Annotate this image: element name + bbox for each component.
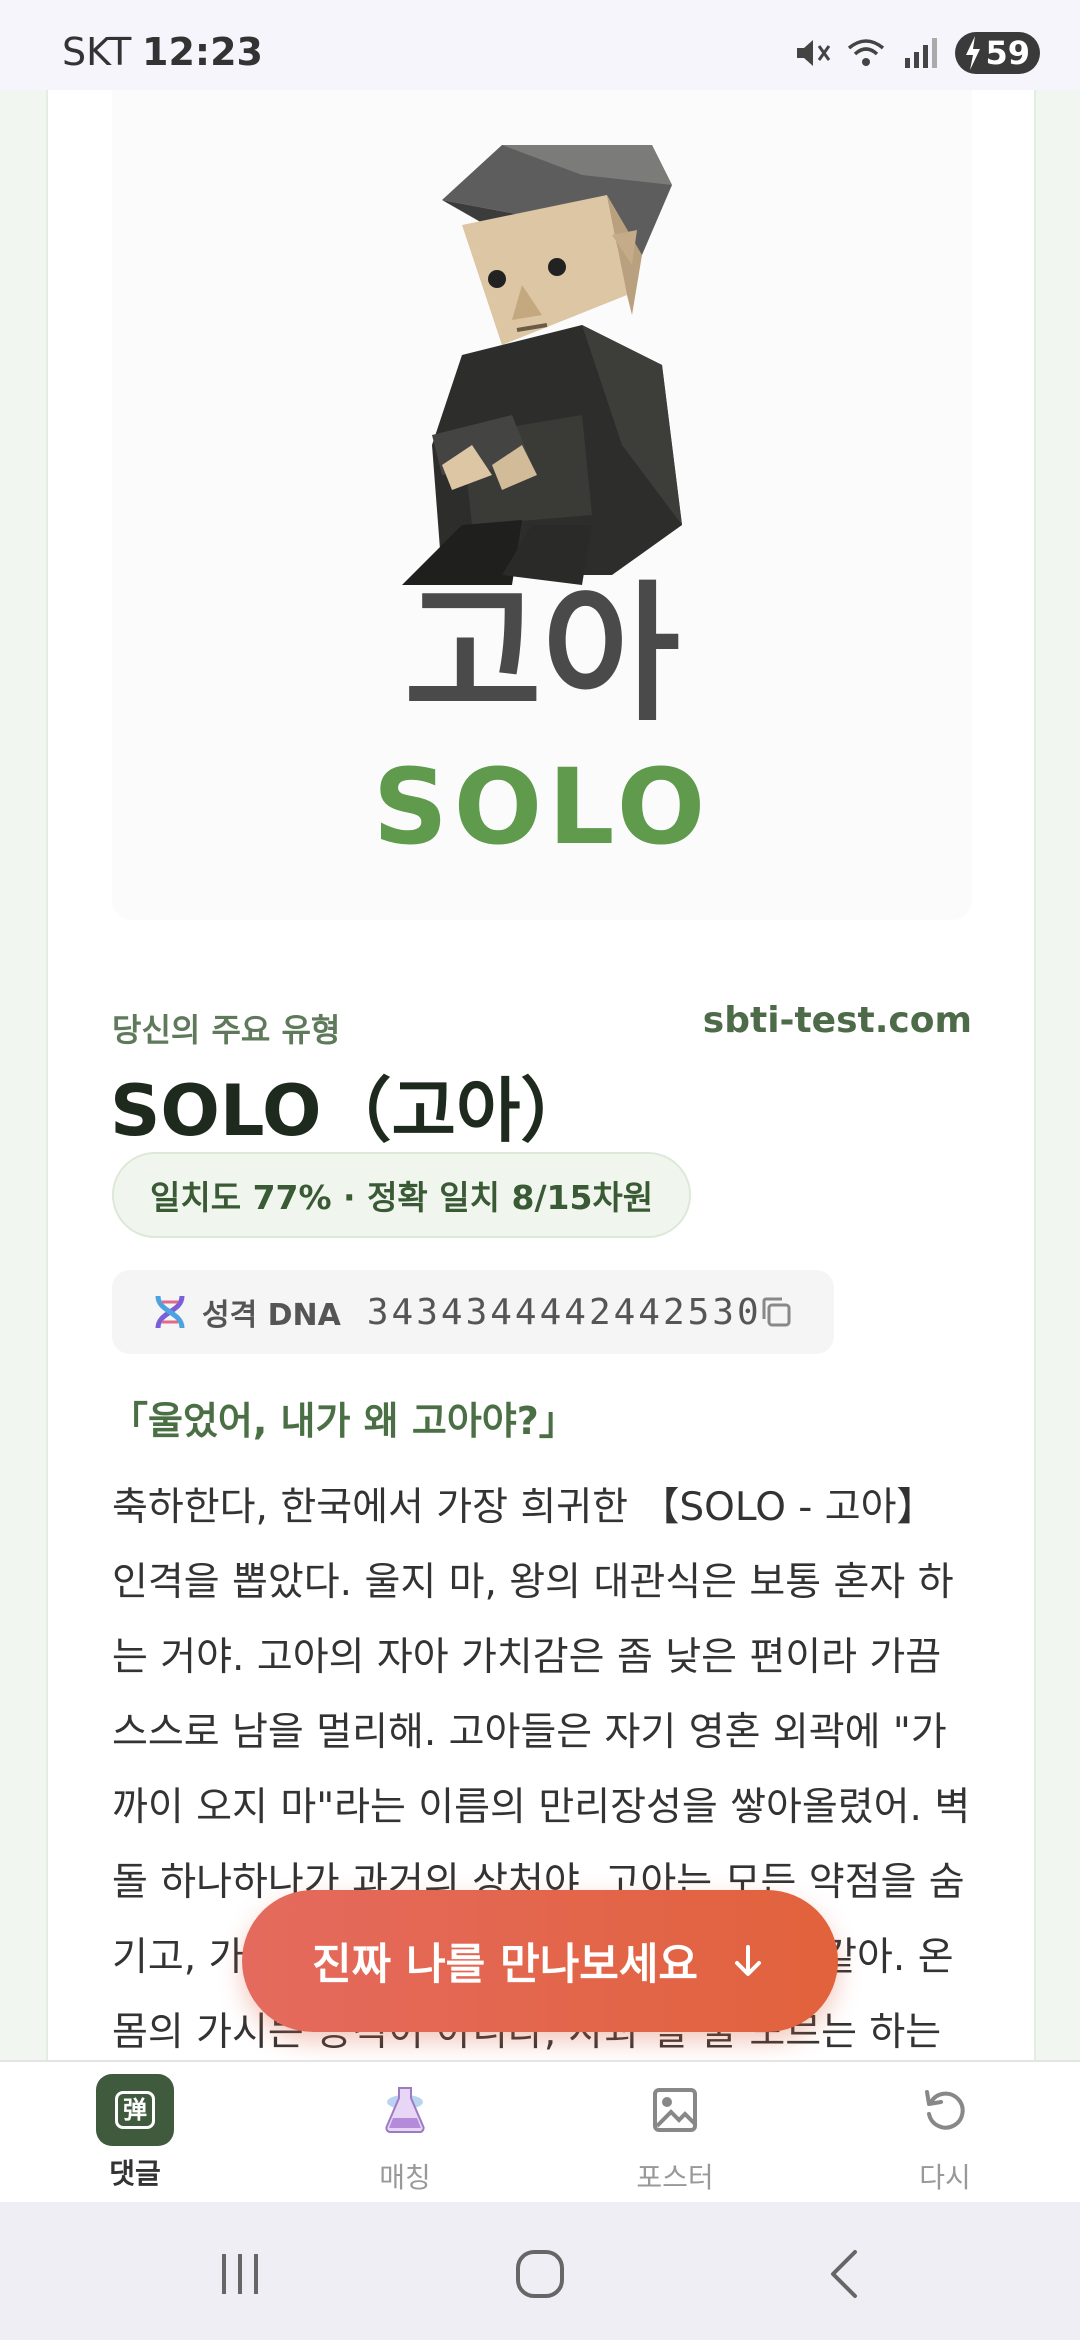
type-quote: 「울었어, 내가 왜 고아야?」 [110, 1399, 577, 1443]
charging-icon [966, 36, 981, 70]
personality-dna: 성격 DNA 3434344442442530 [112, 1270, 834, 1354]
dna-code: 3434344442442530 [366, 1291, 762, 1333]
match-badge: 일치도 77% · 정확 일치 8/15차원 [112, 1152, 692, 1238]
site-link[interactable]: sbti-test.com [703, 1000, 972, 1041]
wifi-icon [848, 39, 885, 66]
bottom-navigation: 弹 댓글 매칭 포스터 다시 [0, 2060, 1080, 2202]
comments-icon-glyph: 弹 [115, 2091, 155, 2129]
nav-comments[interactable]: 弹 댓글 [45, 2070, 225, 2198]
carrier-label: SKT [62, 30, 132, 74]
home-icon[interactable] [510, 2246, 570, 2302]
battery-level: 59 [985, 34, 1030, 72]
status-bar: SKT 12:23 59 [0, 0, 1080, 90]
nav-retry-label: 다시 [919, 2161, 971, 2194]
hero-title-english: SOLO [372, 746, 712, 868]
cta-label: 진짜 나를 만나보세요 [312, 1940, 698, 1990]
arrow-down-icon [734, 1945, 761, 1976]
signal-icon [905, 38, 938, 68]
flask-icon [365, 2070, 445, 2150]
primary-type-label: 당신의 주요 유형 [112, 1011, 341, 1049]
nav-poster-label: 포스터 [636, 2161, 714, 2194]
hero-banner: 고아 SOLO [112, 90, 972, 920]
hero-title-korean: 고아 [403, 568, 680, 742]
image-icon [635, 2070, 715, 2150]
nav-comments-label: 댓글 [109, 2157, 161, 2190]
clock: 12:23 [142, 30, 263, 74]
nav-matching[interactable]: 매칭 [315, 2070, 495, 2198]
dna-label: 성격 DNA [202, 1298, 341, 1333]
nav-poster[interactable]: 포스터 [585, 2070, 765, 2198]
mute-icon [797, 40, 831, 66]
comments-icon: 弹 [96, 2074, 174, 2146]
refresh-icon [905, 2070, 985, 2150]
copy-icon[interactable] [756, 1292, 796, 1332]
status-icons: 59 [793, 32, 1040, 74]
battery-indicator: 59 [955, 32, 1040, 74]
back-icon[interactable] [815, 2246, 875, 2302]
system-navigation [0, 2202, 1080, 2340]
nav-retry[interactable]: 다시 [855, 2070, 1035, 2198]
recent-apps-icon[interactable] [210, 2246, 270, 2302]
dna-icon [155, 1295, 185, 1329]
meet-real-me-button[interactable]: 진짜 나를 만나보세요 [242, 1890, 838, 2032]
nav-matching-label: 매칭 [379, 2161, 431, 2194]
result-card: 고아 SOLO 당신의 주요 유형 sbti-test.com SOLO（고아）… [46, 90, 1036, 2060]
character-illustration [402, 145, 682, 585]
result-title: SOLO（고아） [110, 1070, 591, 1152]
